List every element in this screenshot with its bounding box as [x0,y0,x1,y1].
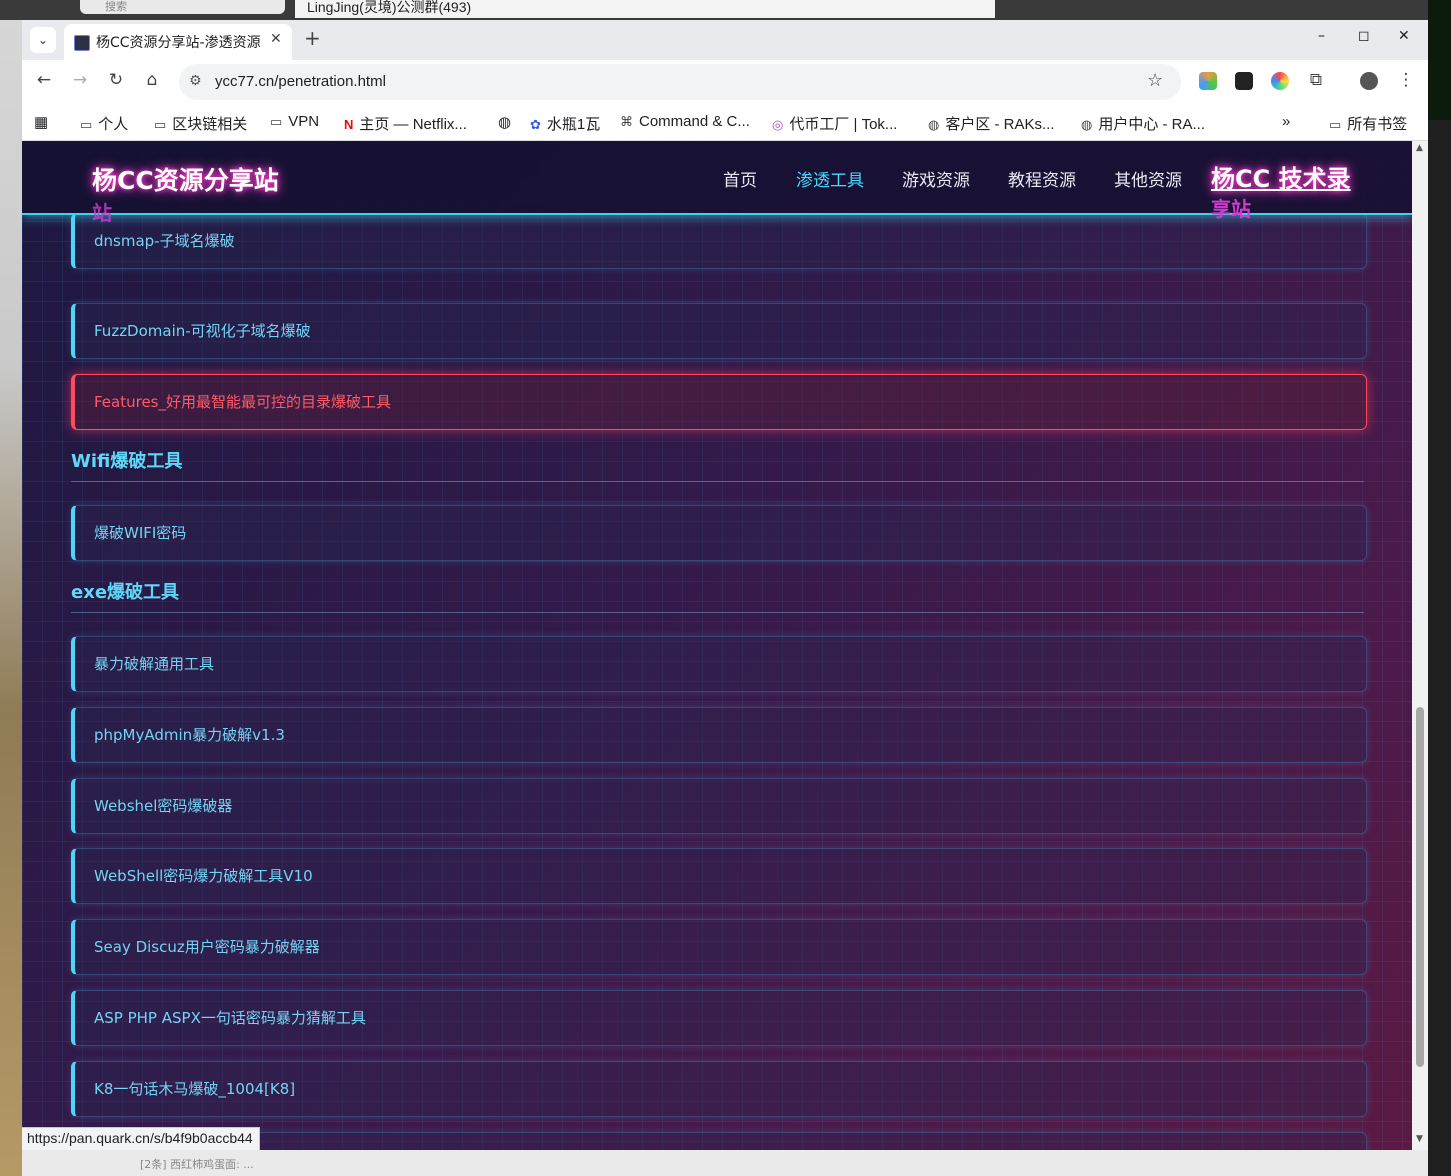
nav-home[interactable]: 首页 [723,166,757,191]
section-divider [71,481,1364,482]
list-item[interactable]: 暴力破解通用工具 [71,636,1367,692]
netflix-icon: N [344,117,354,132]
tab-strip: ⌄ 杨CC资源分享站-渗透资源 ✕ + – ◻ ✕ [22,20,1428,60]
tab-active[interactable]: 杨CC资源分享站-渗透资源 ✕ [64,24,292,60]
browser-window: ⌄ 杨CC资源分享站-渗透资源 ✕ + – ◻ ✕ ← → ↻ ⌂ ⚙ ycc7… [22,20,1428,1150]
folder-icon: ▭ [270,114,283,129]
list-item[interactable]: FuzzDomain-可视化子域名爆破 [71,303,1367,359]
list-item[interactable]: 爆破WIFI密码 [71,505,1367,561]
list-item[interactable]: K8一句话木马爆破_1004[K8] [71,1061,1367,1117]
all-bookmarks-folder[interactable]: ▭ 所有书签 [1329,113,1407,134]
desktop-terminal-strip [1428,0,1451,1176]
desktop-top-strip: 搜索 LingJing(灵境)公测群(493) [0,0,1451,20]
scrollbar-thumb[interactable] [1416,707,1424,1067]
minimize-button[interactable]: – [1318,28,1325,44]
forward-button[interactable]: → [68,70,92,90]
browser-toolbar: ← → ↻ ⌂ ⚙ ycc77.cn/penetration.html ☆ ⧉ … [22,60,1428,104]
folder-icon: ▭ [154,117,167,132]
list-item[interactable]: ASP PHP ASPX一句话密码暴力猜解工具 [71,990,1367,1046]
paw-icon: ✿ [530,117,541,132]
new-tab-button[interactable]: + [304,26,321,50]
section-title-wifi: Wifi爆破工具 [71,451,183,472]
bookmark-item[interactable]: ◎ 代币工厂 | Tok... [772,113,897,134]
globe-icon: ◍ [1081,117,1093,132]
page-viewport: 杨CC资源分享站 站 首页 渗透工具 游戏资源 教程资源 其他资源 杨CC 技术… [22,141,1412,1150]
back-button[interactable]: ← [32,70,56,90]
extension-icon[interactable] [1235,72,1253,90]
nav-tutorial-resources[interactable]: 教程资源 [1008,166,1076,191]
site-logo-overflow: 站 [92,201,112,225]
list-item[interactable]: Seay Discuz用户密码暴力破解器 [71,919,1367,975]
site-logo[interactable]: 杨CC资源分享站 [92,161,279,197]
site-favicon-icon [74,35,90,51]
profile-avatar[interactable] [1360,72,1378,90]
bookmark-item[interactable]: ✿ 水瓶1瓦 [530,113,600,134]
desktop-search-placeholder: 搜索 [105,0,127,13]
list-item-hovered[interactable]: Features_好用最智能最可控的目录爆破工具 [71,374,1367,430]
reload-button[interactable]: ↻ [104,70,128,90]
desktop-left-strip [0,20,22,1176]
extension-icon[interactable] [1199,72,1217,90]
desktop-bottom-strip: [2条] 西红柿鸡蛋面: ... [22,1150,1428,1176]
chevron-down-icon: ⌄ [37,33,49,47]
list-item[interactable]: WebShell密码爆力破解工具V10 [71,848,1367,904]
bookmark-item[interactable]: N 主页 — Netflix... [344,113,467,134]
nav-game-resources[interactable]: 游戏资源 [902,166,970,191]
bookmark-item[interactable]: ▭ 区块链相关 [154,113,247,134]
browser-menu-icon[interactable]: ⋮ [1394,70,1418,90]
more-bookmarks-icon[interactable]: » [1282,113,1290,130]
list-item[interactable]: phpMyAdmin暴力破解v1.3 [71,707,1367,763]
bookmark-item[interactable]: ▭ VPN [270,113,319,130]
page-scrollbar[interactable]: ▲ ▼ [1412,141,1428,1150]
bookmarks-bar: ▦ ▭ 个人 ▭ 区块链相关 ▭ VPN N 主页 — Netflix... ◍ ✿ 水瓶… [22,104,1428,141]
folder-icon: ▭ [1329,117,1342,132]
list-item[interactable]: Webshel密码爆破器 [71,778,1367,834]
apps-grid-icon[interactable]: ▦ [34,113,48,131]
command-icon: ⌘ [620,114,633,129]
section-title-exe: exe爆破工具 [71,582,180,603]
desktop-chat-title: LingJing(灵境)公测群(493) [307,0,472,15]
tab-title: 杨CC资源分享站-渗透资源 [96,35,261,51]
link-status-bubble: https://pan.quark.cn/s/b4f9b0accb44 [22,1127,260,1150]
globe-icon[interactable]: ◍ [498,113,511,131]
close-icon[interactable]: ✕ [270,31,282,47]
list-item[interactable]: dnsmap-子域名爆破 [71,213,1367,269]
folder-icon: ▭ [80,117,93,132]
address-bar[interactable]: ⚙ ycc77.cn/penetration.html ☆ [179,64,1181,100]
site-info-icon[interactable]: ⚙ [189,73,202,89]
home-button[interactable]: ⌂ [140,70,164,90]
bookmark-item[interactable]: ⌘ Command & C... [620,113,750,130]
list-item[interactable] [71,1132,1367,1150]
bookmark-item[interactable]: ◍ 用户中心 - RA... [1081,113,1205,134]
maximize-button[interactable]: ◻ [1358,28,1370,44]
desktop-bottom-snippet: [2条] 西红柿鸡蛋面: ... [140,1158,254,1171]
bookmark-star-icon[interactable]: ☆ [1147,70,1163,91]
token-icon: ◎ [772,117,784,132]
terminal-window [1428,0,1451,120]
nav-brand-overflow: 享站 [1211,197,1251,221]
scroll-up-arrow-icon[interactable]: ▲ [1416,143,1423,153]
desktop-chat-window: LingJing(灵境)公测群(493) [295,0,995,18]
nav-other-resources[interactable]: 其他资源 [1114,166,1182,191]
nav-brand-link[interactable]: 杨CC 技术录 [1211,159,1351,194]
bookmark-item[interactable]: ◍ 客户区 - RAKs... [928,113,1055,134]
extension-icon[interactable] [1271,72,1289,90]
nav-penetration-tools[interactable]: 渗透工具 [796,166,864,191]
scroll-down-arrow-icon[interactable]: ▼ [1416,1134,1423,1144]
bookmark-item[interactable]: ▭ 个人 [80,113,128,134]
tab-search-button[interactable]: ⌄ [30,27,56,53]
window-close-button[interactable]: ✕ [1398,28,1410,44]
site-header: 杨CC资源分享站 站 首页 渗透工具 游戏资源 教程资源 其他资源 杨CC 技术… [22,141,1412,225]
section-divider [71,612,1364,613]
extensions-puzzle-icon[interactable]: ⧉ [1304,70,1328,90]
desktop-search-field: 搜索 [80,0,285,14]
globe-icon: ◍ [928,117,940,132]
address-url[interactable]: ycc77.cn/penetration.html [215,73,386,90]
